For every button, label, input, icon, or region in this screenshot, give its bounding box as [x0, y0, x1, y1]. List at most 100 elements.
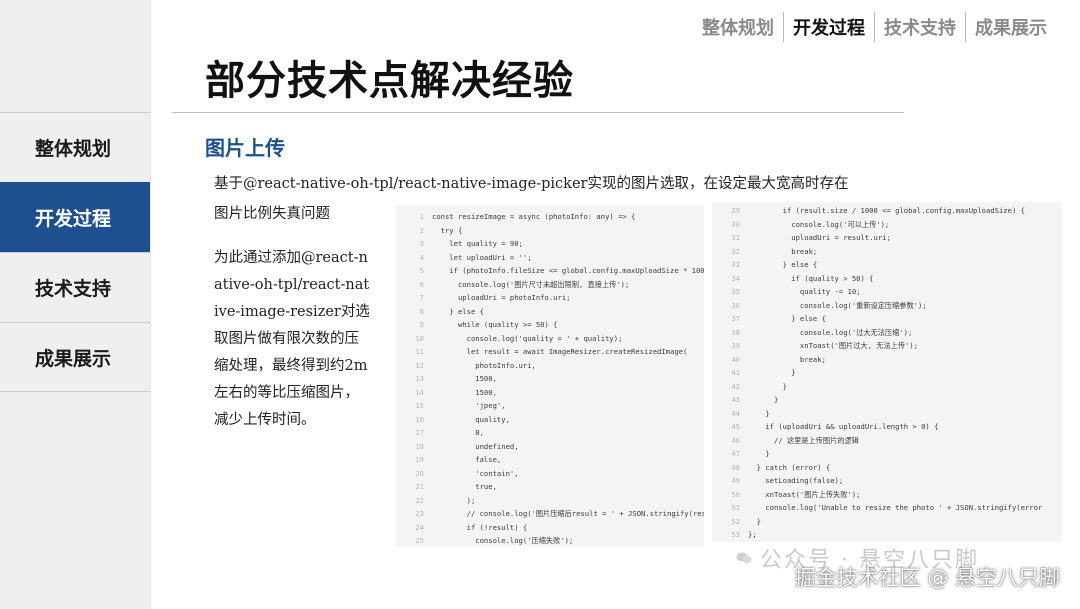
- code-text: console.log('可以上传');: [748, 219, 890, 229]
- code-text: if (uploadUri && uploadUri.length > 0) {: [748, 422, 939, 431]
- sidebar-item-tech-support[interactable]: 技术支持: [0, 252, 150, 322]
- code-line: 45 if (uploadUri && uploadUri.length > 0…: [712, 420, 1062, 434]
- code-line: 25 console.log('压缩失败');: [396, 534, 704, 546]
- code-text: const resizeImage = async (photoInfo: an…: [432, 212, 636, 221]
- line-number: 42: [731, 381, 740, 391]
- line-number: 31: [731, 233, 740, 242]
- tab-tech-support[interactable]: 技术支持: [875, 10, 965, 44]
- code-text: console.log('重新设定压缩参数');: [748, 300, 927, 310]
- code-text: 1500,: [432, 387, 497, 397]
- code-text: console.log('quality = ' + quality);: [432, 333, 623, 343]
- page-title: 部分技术点解决经验: [205, 58, 574, 104]
- code-text: xnToast('图片上传失败');: [748, 489, 861, 499]
- sidebar-item-label: 整体规划: [35, 138, 112, 160]
- code-text: 'contain',: [432, 468, 519, 478]
- line-number: 12: [415, 360, 424, 370]
- code-line: 23 // console.log('图片压缩后result = ' + JSO…: [396, 507, 704, 521]
- code-line: 16 quality,: [396, 413, 704, 427]
- line-number: 13: [415, 374, 424, 383]
- code-snippet-left: 1 const resizeImage = async (photoInfo: a…: [396, 206, 704, 546]
- code-line: 34 if (quality > 50) {: [712, 272, 1062, 286]
- sidebar-item-overall-plan[interactable]: 整体规划: [0, 112, 150, 182]
- intro-text-line1: 基于@react-native-oh-tpl/react-native-imag…: [214, 176, 849, 192]
- code-line: 21 true,: [396, 480, 704, 494]
- line-number: 29: [731, 206, 740, 215]
- code-line: 51 console.log('Unable to resize the pho…: [712, 501, 1062, 515]
- code-line: 40 break;: [712, 353, 1062, 367]
- code-line: 32 break;: [712, 245, 1062, 259]
- line-number: 38: [731, 327, 740, 337]
- code-text: // console.log('图片压缩后result = ' + JSON.s…: [432, 509, 704, 518]
- line-number: 20: [415, 468, 424, 478]
- code-text: quality -= 10;: [748, 287, 861, 296]
- line-number: 2: [419, 225, 424, 235]
- code-line: 18 undefined,: [396, 440, 704, 454]
- code-text: }: [748, 408, 770, 418]
- code-line: 31 uploadUri = result.uri;: [712, 231, 1062, 245]
- code-text: let uploadUri = '';: [432, 252, 532, 262]
- code-line: 5 if (photoInfo.fileSize <= global.confi…: [396, 264, 704, 278]
- line-number: 1: [419, 212, 424, 221]
- line-number: 8: [419, 306, 424, 316]
- title-divider: [172, 112, 904, 113]
- code-line: 6 console.log('图片尺寸未超出限制, 直接上传');: [396, 278, 704, 292]
- sidebar-item-label: 开发过程: [35, 208, 112, 230]
- code-line: 8 } else {: [396, 305, 704, 319]
- code-line: 1 const resizeImage = async (photoInfo: a…: [396, 210, 704, 224]
- sidebar-item-dev-process[interactable]: 开发过程: [0, 182, 150, 252]
- code-text: 'jpeg',: [432, 401, 506, 410]
- code-text: if (!result) {: [432, 522, 528, 532]
- code-line: 15 'jpeg',: [396, 399, 704, 413]
- code-line: 52 }: [712, 515, 1062, 529]
- code-line: 22 );: [396, 494, 704, 508]
- code-line: 24 if (!result) {: [396, 521, 704, 535]
- code-text: }: [748, 395, 779, 404]
- code-line: 39 xnToast('图片过大, 无法上传');: [712, 339, 1062, 353]
- code-line: 47 }: [712, 447, 1062, 461]
- site-watermark: 掘金技术社区 @ 悬空八只脚: [794, 566, 1060, 590]
- code-text: } else {: [432, 306, 484, 316]
- code-text: }: [748, 449, 770, 458]
- wechat-icon: [736, 552, 752, 564]
- code-line: 49 setLoading(false);: [712, 474, 1062, 488]
- line-number: 37: [731, 314, 740, 323]
- code-text: xnToast('图片过大, 无法上传');: [748, 341, 919, 350]
- line-number: 22: [415, 495, 424, 505]
- code-line: 10 console.log('quality = ' + quality);: [396, 332, 704, 346]
- line-number: 10: [415, 333, 424, 343]
- tab-overall-plan[interactable]: 整体规划: [693, 10, 783, 44]
- code-text: } else {: [748, 260, 818, 269]
- code-line: 11 let result = await ImageResizer.creat…: [396, 345, 704, 359]
- code-text: 1500,: [432, 374, 497, 383]
- tab-dev-process[interactable]: 开发过程: [784, 10, 874, 44]
- line-number: 18: [415, 441, 424, 451]
- line-number: 9: [419, 320, 424, 329]
- code-line: 46 // 这里是上传图片的逻辑: [712, 434, 1062, 448]
- line-number: 40: [731, 354, 740, 364]
- code-text: console.log('压缩失败');: [432, 536, 574, 545]
- code-line: 20 'contain',: [396, 467, 704, 481]
- section-heading: 图片上传: [205, 136, 285, 160]
- code-text: photoInfo.uri,: [432, 360, 536, 370]
- line-number: 49: [731, 476, 740, 485]
- line-number: 48: [731, 462, 740, 472]
- code-text: undefined,: [432, 441, 519, 451]
- code-text: quality,: [432, 414, 510, 424]
- code-line: 37 } else {: [712, 312, 1062, 326]
- code-text: 0,: [432, 428, 484, 437]
- explanation-text: 为此通过添加@react-native-oh-tpl/react-native-…: [214, 250, 370, 428]
- line-number: 5: [419, 266, 424, 275]
- line-number: 33: [731, 260, 740, 269]
- code-text: console.log('Unable to resize the photo …: [748, 503, 1043, 512]
- code-text: break;: [748, 246, 818, 256]
- top-nav: 整体规划 开发过程 技术支持 成果展示: [693, 10, 1056, 44]
- code-line: 50 xnToast('图片上传失败');: [712, 488, 1062, 502]
- tab-results[interactable]: 成果展示: [966, 10, 1056, 44]
- code-text: let quality = 90;: [432, 239, 523, 248]
- line-number: 21: [415, 482, 424, 491]
- code-text: if (photoInfo.fileSize <= global.config.…: [432, 266, 704, 275]
- code-line: 53};: [712, 528, 1062, 542]
- code-line: 42 }: [712, 380, 1062, 394]
- sidebar-item-results[interactable]: 成果展示: [0, 322, 150, 392]
- code-text: }: [748, 516, 761, 526]
